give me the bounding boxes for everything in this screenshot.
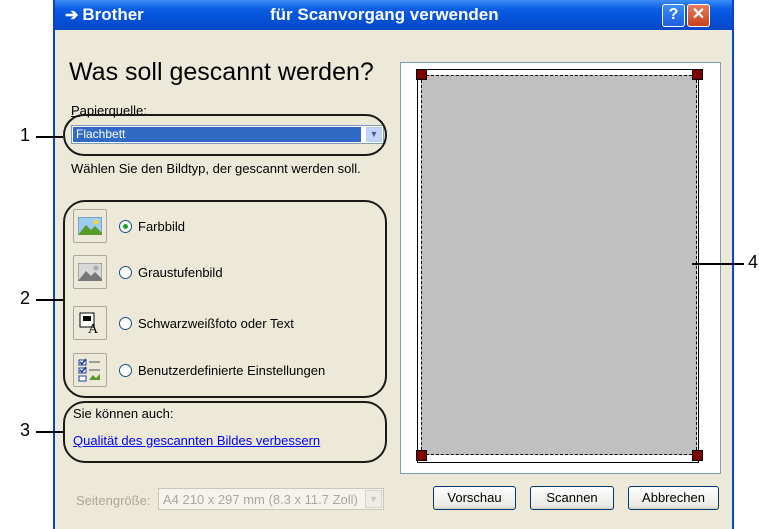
page-size-select: A4 210 x 297 mm (8.3 x 11.7 Zoll) ▼ xyxy=(158,488,384,510)
title-left: ➔ Brother xyxy=(65,5,144,25)
callout-2-box xyxy=(63,200,387,398)
title-bar: ➔ Brother für Scanvorgang verwenden ? ✕ xyxy=(55,0,732,30)
app-name: Brother xyxy=(82,5,144,24)
callout-number-2: 2 xyxy=(20,288,31,308)
handle-bottom-left[interactable] xyxy=(416,450,427,461)
close-button[interactable]: ✕ xyxy=(687,4,710,27)
handle-top-left[interactable] xyxy=(416,69,427,80)
image-type-prompt: Wählen Sie den Bildtyp, der gescannt wer… xyxy=(71,161,361,176)
callout-line-4 xyxy=(692,263,744,265)
chevron-down-icon: ▼ xyxy=(365,490,382,508)
callout-number-4: 4 xyxy=(748,252,759,272)
cancel-button[interactable]: Abbrechen xyxy=(628,486,719,510)
preview-button[interactable]: Vorschau xyxy=(433,486,516,510)
callout-3-box xyxy=(63,401,387,463)
callout-1-box xyxy=(63,114,387,156)
handle-top-right[interactable] xyxy=(692,69,703,80)
callout-line-3 xyxy=(36,431,63,433)
page-heading: Was soll gescannt werden? xyxy=(69,58,374,86)
brother-arrow-icon: ➔ xyxy=(65,7,79,24)
page-size-label: Seitengröße: xyxy=(76,493,151,508)
callout-number-3: 3 xyxy=(20,420,31,440)
window-title: für Scanvorgang verwenden xyxy=(270,5,499,24)
callout-number-1: 1 xyxy=(20,125,31,145)
handle-bottom-right[interactable] xyxy=(692,450,703,461)
page-size-value: A4 210 x 297 mm (8.3 x 11.7 Zoll) xyxy=(163,492,358,507)
scan-button[interactable]: Scannen xyxy=(530,486,614,510)
help-button[interactable]: ? xyxy=(662,4,685,27)
callout-line-1 xyxy=(36,136,63,138)
scan-area[interactable] xyxy=(421,75,697,455)
callout-line-2 xyxy=(36,299,63,301)
preview-panel xyxy=(400,62,721,474)
